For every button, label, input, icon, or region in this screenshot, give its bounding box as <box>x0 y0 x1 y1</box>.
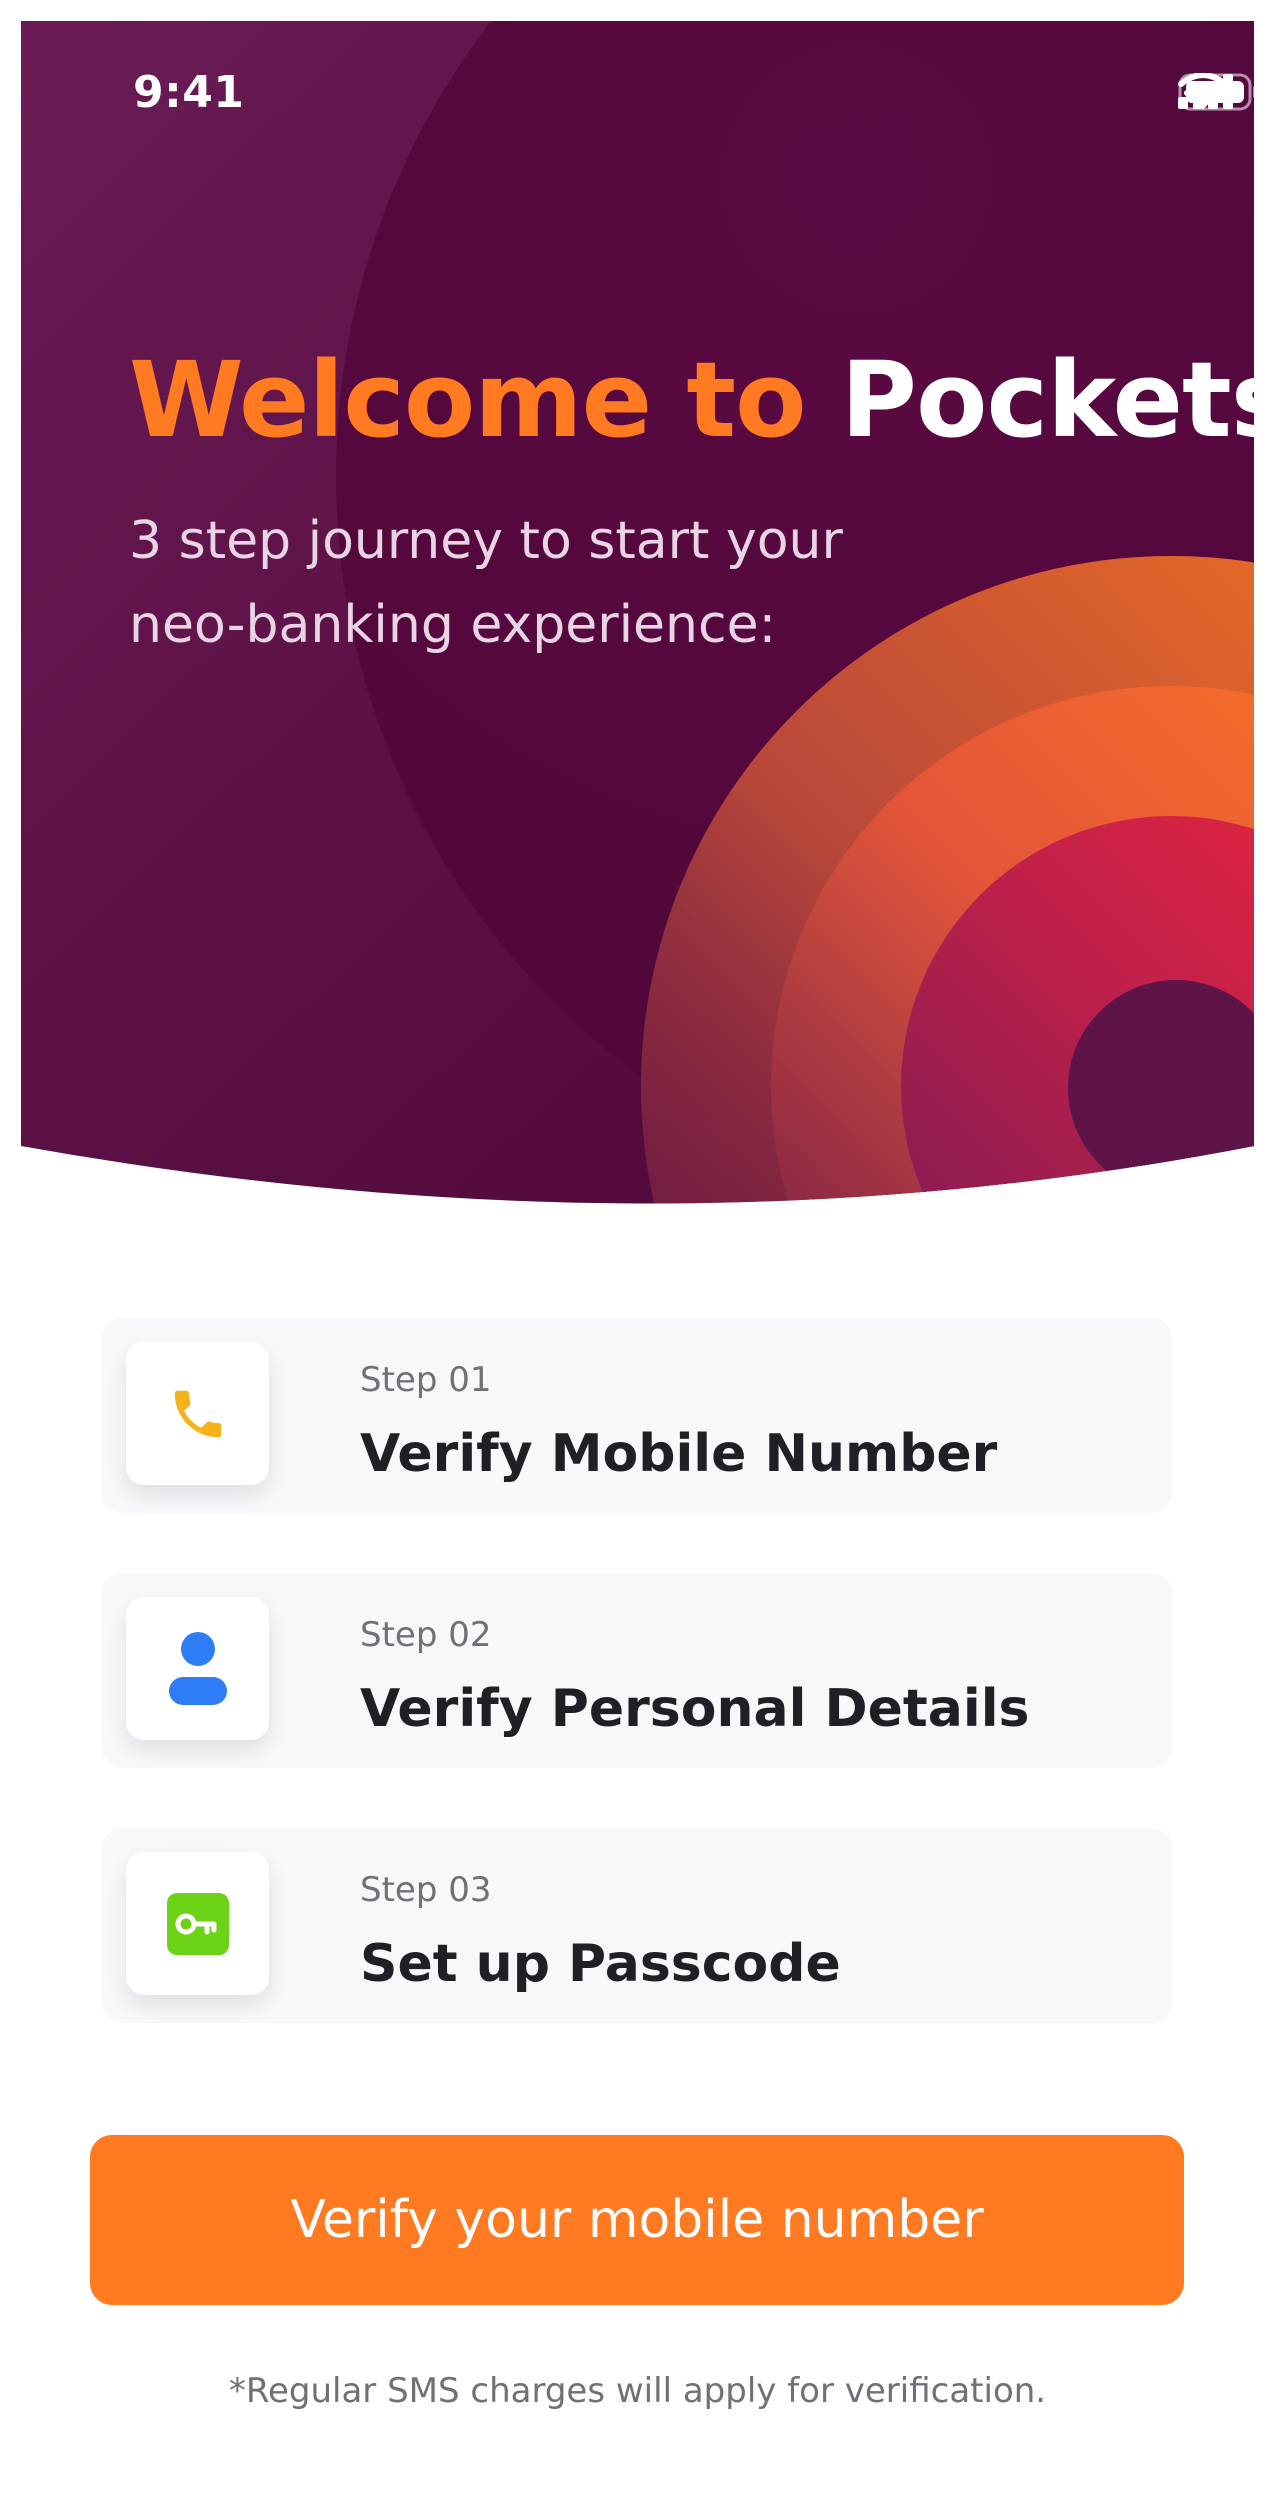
step-icon-box <box>126 1597 269 1740</box>
person-icon <box>168 1631 227 1705</box>
step-number: Step 03 <box>360 1870 492 1910</box>
step-card-personal-details: Step 02 Verify Personal Details <box>102 1573 1172 1768</box>
onboarding-screen: 9:41 Welcome to Pocket 3 step journey to… <box>21 21 1254 2491</box>
verify-mobile-button[interactable]: Verify your mobile number <box>90 2135 1184 2305</box>
welcome-title-highlight: Welcome to <box>129 339 807 461</box>
step-icon-box <box>126 1852 269 1995</box>
status-bar: 9:41 <box>21 21 1254 141</box>
welcome-title: Welcome to Pockets! <box>129 339 1254 461</box>
key-icon <box>166 1892 229 1955</box>
welcome-title-brand: Pockets! <box>840 339 1254 461</box>
phone-icon <box>174 1390 221 1437</box>
hero-banner: 9:41 Welcome to Pocket 3 step journey to… <box>21 21 1254 1221</box>
battery-icon <box>1178 73 1254 111</box>
step-card-mobile: Step 01 Verify Mobile Number <box>102 1318 1172 1513</box>
onboarding-steps: Step 01 Verify Mobile Number Step 02 Ver… <box>102 1318 1172 2083</box>
step-title: Set up Passcode <box>360 1934 841 1994</box>
sms-charges-note: *Regular SMS charges will apply for veri… <box>228 2371 1047 2411</box>
step-icon-box <box>126 1342 269 1485</box>
status-time: 9:41 <box>133 67 245 118</box>
step-number: Step 01 <box>360 1360 492 1400</box>
step-title: Verify Personal Details <box>360 1679 1030 1739</box>
step-title: Verify Mobile Number <box>360 1424 998 1484</box>
step-number: Step 02 <box>360 1615 492 1655</box>
step-card-passcode: Step 03 Set up Passcode <box>102 1828 1172 2023</box>
welcome-subtitle: 3 step journey to start your neo-banking… <box>129 511 843 655</box>
